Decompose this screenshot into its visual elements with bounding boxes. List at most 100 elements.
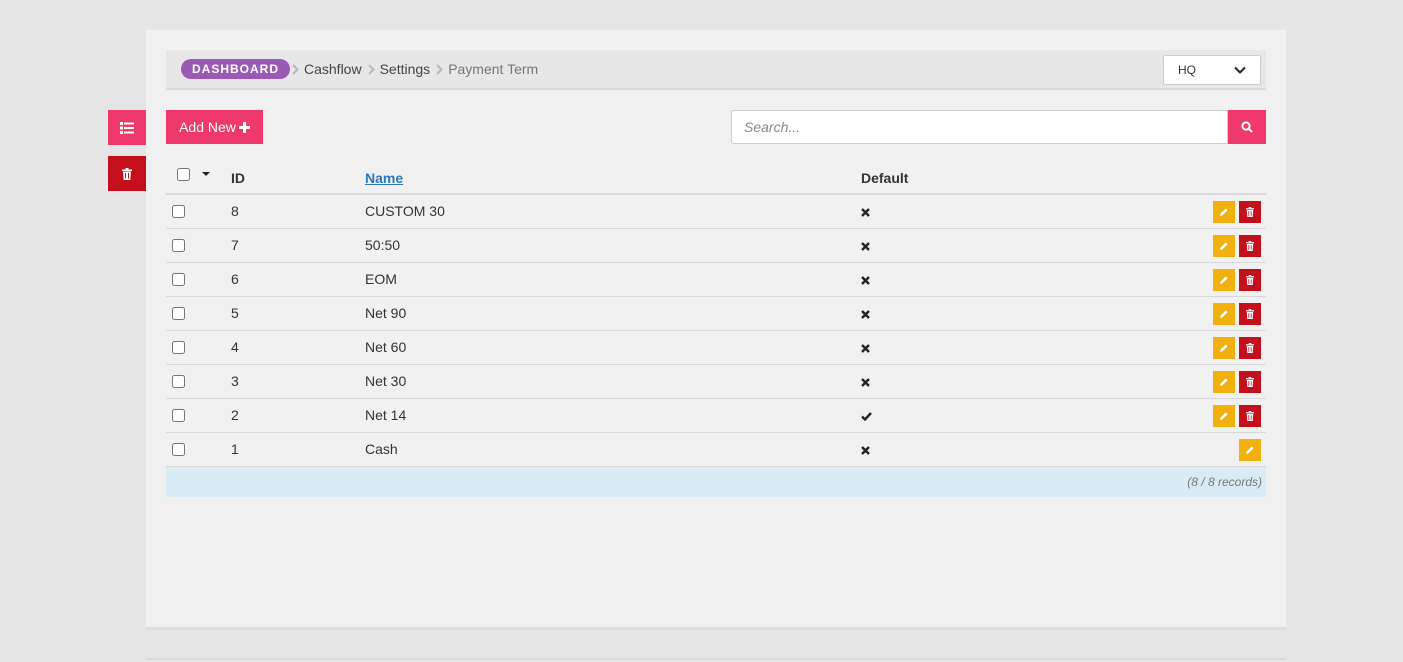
edit-button[interactable] <box>1213 269 1235 291</box>
search-icon <box>1241 121 1253 133</box>
cell-name: Cash <box>365 441 398 457</box>
breadcrumb-trail: Cashflow Settings Payment Term <box>286 60 538 78</box>
times-icon <box>861 374 870 390</box>
cell-id: 2 <box>231 407 239 423</box>
delete-button[interactable] <box>1239 269 1261 291</box>
cell-id: 8 <box>231 203 239 219</box>
search-input[interactable] <box>731 110 1228 144</box>
pencil-icon <box>1219 309 1229 319</box>
row-checkbox[interactable] <box>172 239 185 252</box>
table-row: 2 Net 14 <box>166 399 1266 433</box>
table-row: 6 EOM <box>166 263 1266 297</box>
table-footer: (8 / 8 records) <box>166 467 1266 497</box>
row-checkbox[interactable] <box>172 409 185 422</box>
cell-name: Net 60 <box>365 339 407 355</box>
select-all-checkbox[interactable] <box>177 168 190 181</box>
caret-down-icon[interactable] <box>202 172 210 176</box>
footer-divider <box>146 658 1286 660</box>
table-header: ID Name Default <box>166 159 1266 195</box>
list-view-button[interactable] <box>108 110 146 145</box>
cell-id: 1 <box>231 441 239 457</box>
delete-button[interactable] <box>1239 371 1261 393</box>
column-header-name[interactable]: Name <box>365 170 403 186</box>
times-icon <box>861 272 870 288</box>
table-row: 5 Net 90 <box>166 297 1266 331</box>
pencil-icon <box>1219 207 1229 217</box>
cell-id: 6 <box>231 271 239 287</box>
times-icon <box>861 340 870 356</box>
edit-button[interactable] <box>1213 337 1235 359</box>
table-row: 8 CUSTOM 30 <box>166 195 1266 229</box>
add-new-button[interactable]: Add New <box>166 110 263 144</box>
delete-button[interactable] <box>1239 201 1261 223</box>
table-row: 7 50:50 <box>166 229 1266 263</box>
chevron-right-icon <box>436 63 444 75</box>
delete-button[interactable] <box>1239 303 1261 325</box>
table-body: 8 CUSTOM 30 7 50:50 6 EOM 5 Net 90 4 Net 60 3 Net 3… <box>166 195 1266 467</box>
plus-icon <box>238 121 250 133</box>
edit-button[interactable] <box>1213 235 1235 257</box>
cell-name: 50:50 <box>365 237 401 253</box>
row-checkbox[interactable] <box>172 375 185 388</box>
delete-button[interactable] <box>1239 337 1261 359</box>
cell-id: 5 <box>231 305 239 321</box>
cell-id: 7 <box>231 237 239 253</box>
times-icon <box>861 238 870 254</box>
breadcrumb-current: Payment Term <box>448 61 539 77</box>
deleted-items-button[interactable] <box>108 156 146 191</box>
breadcrumb: DASHBOARD Cashflow Settings Payment Term… <box>166 50 1266 90</box>
payment-term-table: ID Name Default 8 CUSTOM 30 7 50:50 6 EOM 5 Net… <box>166 159 1266 497</box>
site-select[interactable]: HQ <box>1163 55 1261 85</box>
record-count: (8 / 8 records) <box>1187 475 1262 489</box>
trash-icon <box>1246 309 1254 319</box>
trash-icon <box>1246 343 1254 353</box>
row-checkbox[interactable] <box>172 443 185 456</box>
times-icon <box>861 204 870 220</box>
row-checkbox[interactable] <box>172 307 185 320</box>
trash-icon <box>1246 377 1254 387</box>
edit-button[interactable] <box>1213 405 1235 427</box>
add-new-label: Add New <box>179 119 236 135</box>
edit-button[interactable] <box>1213 371 1235 393</box>
edit-button[interactable] <box>1213 303 1235 325</box>
edit-button[interactable] <box>1239 439 1261 461</box>
chevron-right-icon <box>292 63 299 75</box>
table-row: 1 Cash <box>166 433 1266 467</box>
row-checkbox[interactable] <box>172 205 185 218</box>
row-checkbox[interactable] <box>172 341 185 354</box>
search-button[interactable] <box>1228 110 1266 144</box>
times-icon <box>861 442 870 458</box>
pencil-icon <box>1219 343 1229 353</box>
trash-icon <box>1246 411 1254 421</box>
cell-name: Net 30 <box>365 373 407 389</box>
chevron-down-icon <box>1234 66 1246 74</box>
list-icon <box>120 121 134 134</box>
main-panel: DASHBOARD Cashflow Settings Payment Term… <box>146 30 1286 630</box>
cell-name: CUSTOM 30 <box>365 203 445 219</box>
cell-name: Net 90 <box>365 305 407 321</box>
trash-icon <box>1246 241 1254 251</box>
edit-button[interactable] <box>1213 201 1235 223</box>
breadcrumb-dashboard[interactable]: DASHBOARD <box>181 59 290 79</box>
check-icon <box>861 408 872 424</box>
cell-name: Net 14 <box>365 407 407 423</box>
delete-button[interactable] <box>1239 235 1261 257</box>
table-row: 3 Net 30 <box>166 365 1266 399</box>
table-row: 4 Net 60 <box>166 331 1266 365</box>
times-icon <box>861 306 870 322</box>
pencil-icon <box>1219 411 1229 421</box>
column-header-default: Default <box>861 170 909 186</box>
site-select-value: HQ <box>1178 63 1196 77</box>
pencil-icon <box>1219 241 1229 251</box>
delete-button[interactable] <box>1239 405 1261 427</box>
pencil-icon <box>1245 445 1255 455</box>
row-checkbox[interactable] <box>172 273 185 286</box>
breadcrumb-settings[interactable]: Settings <box>380 60 431 78</box>
column-header-id: ID <box>231 170 245 186</box>
trash-icon <box>122 167 132 180</box>
breadcrumb-cashflow[interactable]: Cashflow <box>304 60 362 78</box>
pencil-icon <box>1219 377 1229 387</box>
cell-name: EOM <box>365 271 397 287</box>
cell-id: 4 <box>231 339 239 355</box>
trash-icon <box>1246 207 1254 217</box>
